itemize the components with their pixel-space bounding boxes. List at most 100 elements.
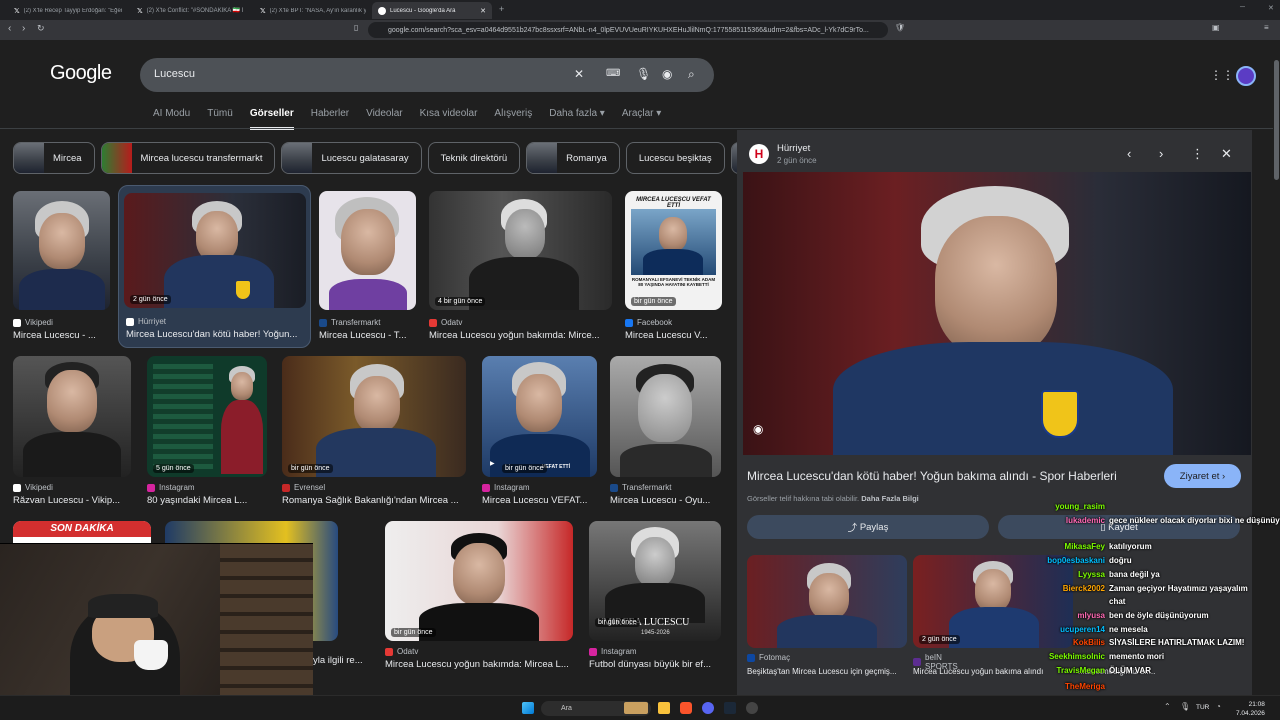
result-title[interactable]: Mircea Lucescu'dan kötü haber! Yoğun... — [126, 329, 306, 340]
apps-grid-icon[interactable]: ⋮⋮ — [1210, 68, 1234, 82]
result-title[interactable]: Mircea Lucescu yoğun bakımda: Mirce... — [429, 330, 612, 341]
close-tab-icon[interactable]: ✕ — [480, 7, 486, 15]
tab-news[interactable]: Haberler — [311, 108, 349, 130]
close-icon[interactable]: ✕ — [1221, 146, 1232, 162]
result-image[interactable]: bir gün önce — [282, 356, 466, 477]
next-icon[interactable]: › — [1159, 146, 1163, 161]
related-title[interactable]: Beşiktaş'tan Mircea Lucescu için geçmiş.… — [747, 667, 907, 676]
chip-romanya[interactable]: Romanya — [526, 142, 620, 174]
address-bar[interactable]: google.com/search?sca_esv=a0464d9551b247… — [368, 22, 888, 38]
scrollbar-thumb[interactable] — [1274, 60, 1279, 180]
brave-shield-icon[interactable]: 🛡 — [895, 23, 905, 32]
menu-icon[interactable]: ≡ — [1264, 23, 1269, 32]
obs-icon[interactable] — [746, 702, 758, 714]
result-title[interactable]: Mircea Lucescu V... — [625, 330, 722, 341]
result-title[interactable]: Futbol dünyası büyük bir ef... — [589, 659, 721, 670]
file-explorer-icon[interactable] — [658, 702, 670, 714]
share-button[interactable]: ⤴ Paylaş — [747, 515, 989, 539]
related-thumbnail[interactable] — [747, 555, 907, 648]
result-image[interactable]: MIRCEA LUCESCU 1945-2026 bir gün önce — [589, 521, 721, 641]
windows-start-icon[interactable] — [522, 702, 534, 714]
tab-more[interactable]: Daha fazla ▾ — [549, 108, 605, 130]
tab-images[interactable]: Görseller — [249, 108, 294, 130]
network-icon[interactable]: ◔ — [1216, 702, 1221, 711]
browser-tab[interactable]: 𝕏 (2) X'te Recep Tayyip Erdoğan: "Eğer — [8, 2, 128, 19]
panel-title[interactable]: Mircea Lucescu'dan kötü haber! Yoğun bak… — [747, 469, 1117, 483]
system-clock[interactable]: 21:08 7.04.2026 — [1236, 700, 1265, 718]
keyboard-icon[interactable]: ⌨ — [606, 68, 620, 79]
jacket — [164, 255, 274, 308]
extensions-icon[interactable]: ▣ — [1212, 23, 1220, 32]
result-title[interactable]: Mircea Lucescu - ... — [13, 330, 110, 341]
photo-frame — [631, 209, 716, 275]
face — [635, 537, 675, 587]
browser-tab[interactable]: 𝕏 (2) X'te BPT: "NASA, Ay'ın karanlık yü — [254, 2, 372, 19]
result-image[interactable]: 2 gün önce — [124, 193, 306, 308]
result-title[interactable]: 80 yaşındaki Mircea L... — [147, 495, 267, 506]
chip-teknik-direktor[interactable]: Teknik direktörü — [427, 142, 521, 174]
result-image[interactable]: 4 bir gün önce — [429, 191, 612, 310]
search-box[interactable]: ✕ ⌨ 🎙 ◉ ⌕ — [140, 58, 714, 92]
result-title[interactable]: Mircea Lucescu yoğun bakımda: Mircea L..… — [385, 659, 573, 670]
tab-all[interactable]: Tümü — [207, 108, 233, 130]
taskbar-widget-icon[interactable] — [624, 702, 648, 714]
chip-besiktas[interactable]: Lucescu beşiktaş — [625, 142, 725, 174]
tray-chevron-icon[interactable]: ⌃ — [1164, 702, 1171, 711]
lens-icon[interactable]: ◉ — [753, 422, 763, 436]
reload-icon[interactable]: ↻ — [37, 23, 45, 34]
discord-icon[interactable] — [702, 702, 714, 714]
image-result-selected[interactable]: 2 gün önce Hürriyet Mircea Lucescu'dan k… — [118, 185, 311, 348]
result-image[interactable] — [610, 356, 721, 477]
result-title[interactable]: Mircea Lucescu - T... — [319, 330, 416, 341]
result-title[interactable]: Romanya Sağlık Bakanlığı'ndan Mircea ... — [282, 495, 466, 506]
page-scrollbar[interactable] — [1273, 40, 1280, 695]
mic-tray-icon[interactable]: 🎙 — [1180, 702, 1190, 711]
visit-button[interactable]: Ziyaret et › — [1164, 464, 1241, 488]
result-image[interactable] — [13, 191, 110, 310]
tab-short-videos[interactable]: Kısa videolar — [420, 108, 478, 130]
result-title[interactable]: yla ilgili re... — [313, 655, 373, 666]
related-thumbnail[interactable]: 2 gün önce — [913, 555, 1073, 648]
chip-transfermarkt[interactable]: Mircea lucescu transfermarkt — [100, 142, 276, 174]
preview-image[interactable]: ◉ — [743, 172, 1251, 455]
search-icon[interactable]: ⌕ — [688, 67, 695, 82]
chip-mircea[interactable]: Mircea — [13, 142, 95, 174]
mic-icon[interactable]: 🎙 — [636, 67, 651, 81]
google-logo[interactable]: Google — [50, 62, 112, 85]
result-image[interactable]: VEFAT ETTİ ▶ bir gün önce — [482, 356, 597, 477]
result-title[interactable]: Răzvan Lucescu - Vikip... — [13, 495, 131, 506]
new-tab-icon[interactable]: + — [499, 4, 504, 14]
tab-shopping[interactable]: Alışveriş — [494, 108, 532, 130]
result-image[interactable]: bir gün önce — [385, 521, 573, 641]
face — [809, 573, 849, 619]
minimize-icon[interactable]: ─ — [1240, 4, 1245, 11]
tab-tools[interactable]: Araçlar ▾ — [622, 108, 661, 130]
brave-browser-icon[interactable] — [680, 702, 692, 714]
browser-tab-active[interactable]: Lucescu - Google'da Ara ✕ — [372, 2, 492, 19]
more-options-icon[interactable]: ⋮ — [1191, 146, 1204, 162]
more-info-link[interactable]: Daha Fazla Bilgi — [861, 494, 919, 503]
clear-icon[interactable]: ✕ — [574, 67, 584, 81]
browser-tab[interactable]: 𝕏 (2) X'te Conflict: "#SONDAKİKA 🇮🇷 İ — [131, 2, 251, 19]
lens-icon[interactable]: ◉ — [662, 67, 672, 81]
previous-icon[interactable]: ‹ — [1127, 146, 1131, 161]
result-image[interactable] — [13, 356, 131, 477]
steam-icon[interactable] — [724, 702, 736, 714]
result-image[interactable]: MIRCEA LUCESCU VEFAT ETTİ ROMANYALI EFSA… — [625, 191, 722, 310]
language-indicator[interactable]: TUR — [1196, 704, 1209, 711]
chip-galatasaray[interactable]: Lucescu galatasaray — [281, 142, 422, 174]
avatar[interactable] — [1236, 66, 1256, 86]
result-image[interactable]: 5 gün önce — [147, 356, 267, 477]
tab-ai-mode[interactable]: AI Modu — [153, 108, 190, 130]
search-input[interactable] — [154, 68, 554, 80]
tab-videos[interactable]: Videolar — [366, 108, 403, 130]
result-image[interactable] — [319, 191, 416, 310]
forward-icon[interactable]: › — [22, 23, 25, 34]
panel-source[interactable]: Hürriyet — [777, 143, 810, 154]
chat-username: ucuperen14 — [1060, 625, 1105, 634]
result-title[interactable]: Mircea Lucescu VEFAT... — [482, 495, 597, 506]
result-title[interactable]: Mircea Lucescu - Oyu... — [610, 495, 721, 506]
close-window-icon[interactable]: ✕ — [1268, 4, 1274, 12]
bookmark-icon[interactable]: ▯ — [354, 23, 358, 32]
back-icon[interactable]: ‹ — [8, 23, 11, 34]
